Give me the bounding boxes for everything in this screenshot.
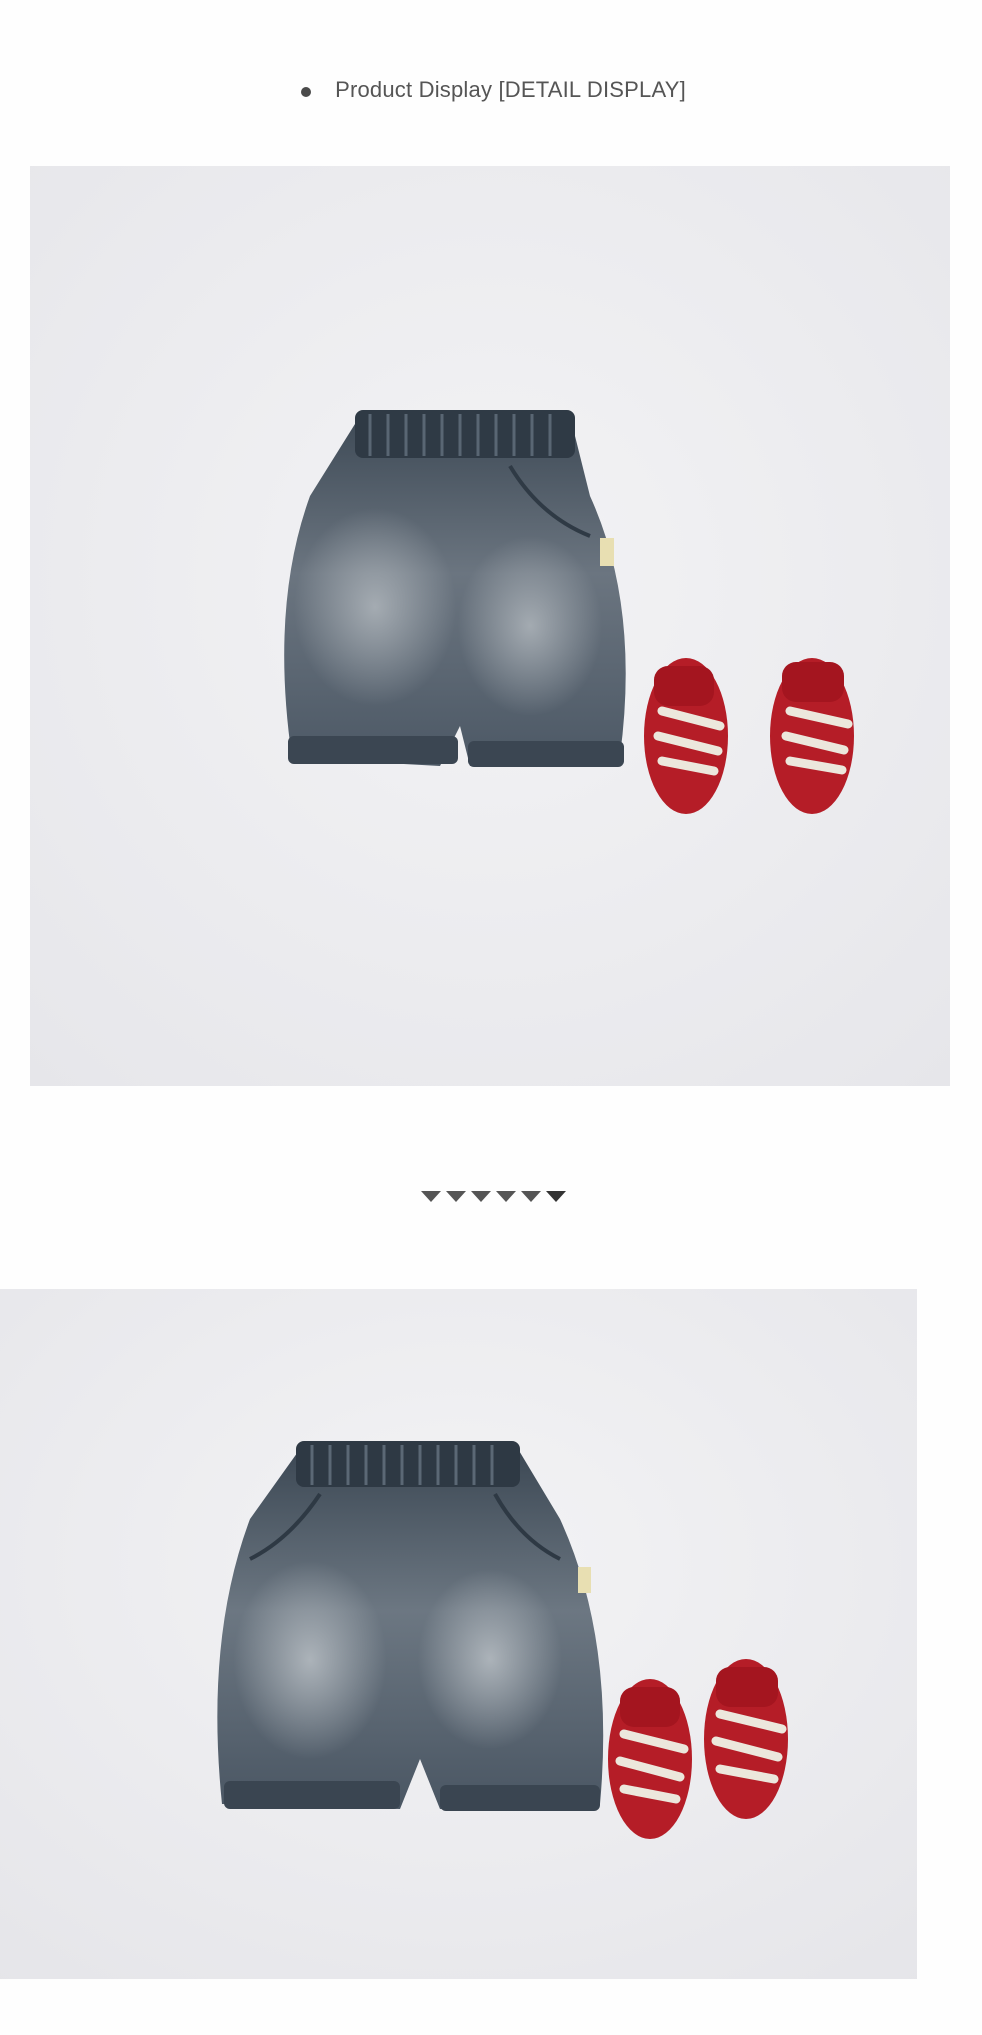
- section-title: Product Display [DETAIL DISPLAY]: [335, 77, 686, 102]
- down-arrow-icon: [420, 1191, 441, 1202]
- down-arrow-icon: [445, 1191, 466, 1202]
- product-photo-detail-2: [0, 1289, 917, 1979]
- down-arrow-icon: [470, 1191, 491, 1202]
- down-arrow-icon: [520, 1191, 541, 1202]
- product-image-1: [30, 166, 950, 1086]
- section-header: Product Display [DETAIL DISPLAY]: [0, 72, 982, 108]
- down-arrow-row: [420, 1191, 566, 1207]
- down-arrow-icon: [495, 1191, 516, 1202]
- down-arrow-icon: [545, 1191, 566, 1202]
- bullet-dot-icon: [301, 87, 312, 97]
- header-inner: Product Display [DETAIL DISPLAY]: [301, 77, 686, 103]
- product-image-2: [0, 1289, 917, 1979]
- scroll-indicator: [0, 1191, 982, 1207]
- product-photo-detail-1: [30, 166, 950, 1086]
